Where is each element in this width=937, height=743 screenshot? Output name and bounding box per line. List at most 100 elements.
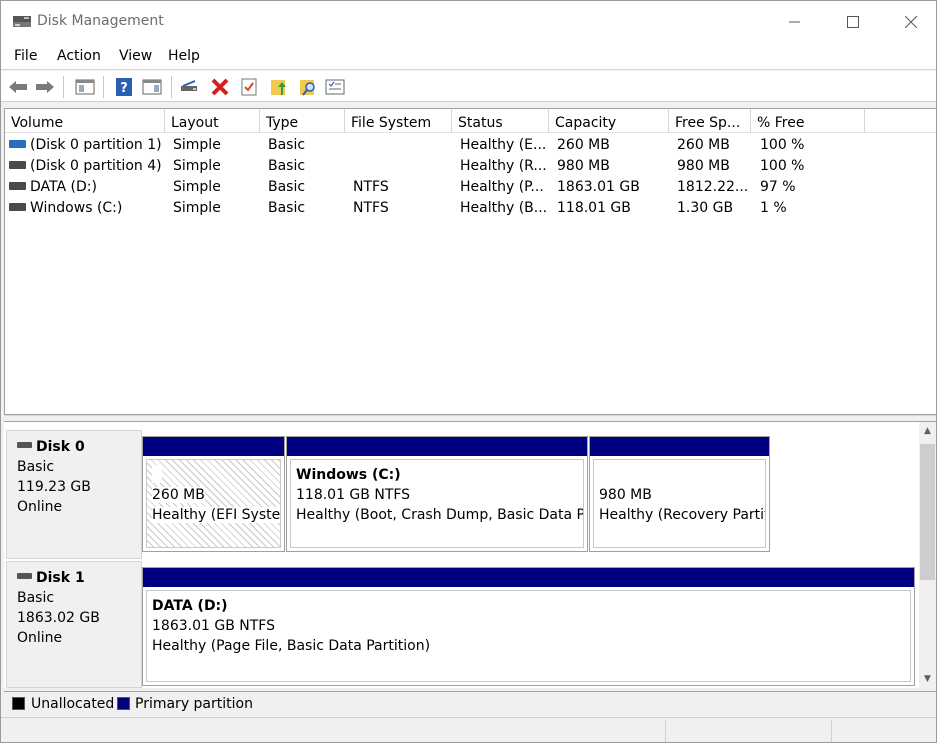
disk-size: 1863.02 GB: [17, 610, 100, 626]
column-header-status[interactable]: Status: [452, 109, 549, 133]
disk-name: Disk 0: [36, 439, 85, 455]
properties-icon: [325, 79, 345, 95]
back-button[interactable]: [7, 76, 29, 98]
partition-status: Healthy (Boot, Crash Dump, Basic Data Pa…: [296, 507, 584, 523]
partition-body: DATA (D:) 1863.01 GB NTFS Healthy (Page …: [146, 590, 911, 682]
volume-capacity: 118.01 GB: [557, 200, 631, 216]
volume-name: (Disk 0 partition 4): [30, 158, 162, 174]
scrollbar-thumb[interactable]: [920, 444, 935, 580]
volume-free-space: 260 MB: [677, 137, 730, 153]
status-bar-separator: [665, 720, 666, 742]
menu-file[interactable]: File: [14, 48, 37, 64]
disk-management-window: Disk Management File Action View Help ?: [0, 0, 937, 743]
partition-efi[interactable]: 260 MB Healthy (EFI Syster: [142, 436, 285, 552]
volume-row[interactable]: (Disk 0 partition 4) Simple Basic Health…: [5, 156, 936, 177]
forward-button[interactable]: [34, 76, 56, 98]
partition-header-bar: [590, 437, 769, 456]
column-header-file-system[interactable]: File System: [345, 109, 452, 133]
volume-type: Basic: [268, 179, 306, 195]
maximize-button[interactable]: [824, 1, 882, 43]
column-header-type[interactable]: Type: [260, 109, 345, 133]
disk-icon: [17, 442, 32, 448]
connect-drive-button[interactable]: [179, 76, 201, 98]
close-button[interactable]: [882, 1, 936, 43]
console-tree-icon: [75, 79, 95, 95]
volume-free-space: 1812.22...: [677, 179, 749, 195]
volume-row[interactable]: DATA (D:) Simple Basic NTFS Healthy (P..…: [5, 177, 936, 198]
volume-status: Healthy (P...: [460, 179, 544, 195]
menu-help[interactable]: Help: [168, 48, 200, 64]
window-title: Disk Management: [37, 13, 164, 29]
volume-layout: Simple: [173, 200, 221, 216]
partition-title: DATA (D:): [152, 598, 228, 614]
disk-map-pane: Disk 0 Basic 119.23 GB Online 260 MB Hea…: [4, 422, 919, 688]
toolbar-separator: [103, 76, 104, 98]
volume-capacity: 260 MB: [557, 137, 610, 153]
volume-icon: [9, 161, 26, 169]
volume-free-space: 980 MB: [677, 158, 730, 174]
volume-status: Healthy (E...: [460, 137, 547, 153]
column-header-free-space[interactable]: Free Sp...: [669, 109, 751, 133]
folder-up-icon: [271, 80, 286, 95]
show-action-pane-button[interactable]: [141, 76, 163, 98]
show-console-tree-button[interactable]: [74, 76, 96, 98]
volume-icon: [9, 203, 26, 211]
disk-0-label[interactable]: Disk 0 Basic 119.23 GB Online: [6, 430, 142, 559]
forward-arrow-icon: [36, 81, 54, 93]
column-header-percent-free[interactable]: % Free: [751, 109, 865, 133]
disk-state: Online: [17, 499, 63, 515]
properties-button[interactable]: [324, 76, 346, 98]
volume-name: DATA (D:): [30, 179, 97, 195]
column-header-capacity[interactable]: Capacity: [549, 109, 669, 133]
folder-search-button[interactable]: [297, 76, 319, 98]
minimize-button[interactable]: [766, 1, 824, 43]
check-icon: [241, 78, 257, 96]
partition-title: [599, 465, 765, 485]
title-bar: Disk Management: [1, 1, 936, 43]
partition-body: Windows (C:) 118.01 GB NTFS Healthy (Boo…: [290, 459, 584, 548]
volume-percent-free: 97 %: [760, 179, 796, 195]
partition-size: 260 MB: [152, 487, 205, 503]
folder-search-icon: [300, 80, 315, 96]
primary-partition-swatch: [117, 697, 130, 710]
volume-status: Healthy (B...: [460, 200, 548, 216]
legend-primary-partition: Primary partition: [135, 696, 253, 712]
partition-data-d[interactable]: DATA (D:) 1863.01 GB NTFS Healthy (Page …: [142, 567, 915, 686]
help-button[interactable]: ?: [113, 76, 135, 98]
disk-name: Disk 1: [36, 570, 85, 586]
disk-state: Online: [17, 630, 63, 646]
partition-header-bar: [287, 437, 587, 456]
scroll-up-arrow-icon[interactable]: ▲: [919, 422, 936, 440]
volume-row[interactable]: Windows (C:) Simple Basic NTFS Healthy (…: [5, 198, 936, 219]
volume-row[interactable]: (Disk 0 partition 1) Simple Basic Health…: [5, 135, 936, 156]
maximize-icon: [847, 16, 859, 28]
partition-body: 980 MB Healthy (Recovery Partit: [593, 459, 766, 548]
menu-view[interactable]: View: [119, 48, 152, 64]
toolbar-separator: [63, 76, 64, 98]
volume-list: Volume Layout Type File System Status Ca…: [4, 108, 936, 415]
column-header-volume[interactable]: Volume: [5, 109, 165, 133]
pane-splitter[interactable]: [4, 415, 936, 422]
volume-free-space: 1.30 GB: [677, 200, 734, 216]
check-button[interactable]: [238, 76, 260, 98]
volume-status: Healthy (R...: [460, 158, 547, 174]
folder-up-button[interactable]: [268, 76, 290, 98]
disk-1-label[interactable]: Disk 1 Basic 1863.02 GB Online: [6, 561, 142, 688]
volume-percent-free: 100 %: [760, 137, 805, 153]
partition-recovery[interactable]: 980 MB Healthy (Recovery Partit: [589, 436, 770, 552]
column-header-layout[interactable]: Layout: [165, 109, 260, 133]
menu-action[interactable]: Action: [57, 48, 101, 64]
volume-layout: Simple: [173, 179, 221, 195]
partition-status: Healthy (EFI Syster: [152, 507, 280, 523]
volume-icon: [9, 140, 26, 148]
partition-windows-c[interactable]: Windows (C:) 118.01 GB NTFS Healthy (Boo…: [286, 436, 588, 552]
partition-status: Healthy (Page File, Basic Data Partition…: [152, 638, 431, 654]
volume-type: Basic: [268, 200, 306, 216]
legend-unallocated: Unallocated: [31, 696, 115, 712]
minimize-icon: [789, 21, 800, 23]
partition-title: Windows (C:): [296, 467, 401, 483]
delete-button[interactable]: [209, 76, 231, 98]
disk-map-scrollbar[interactable]: ▲ ▼: [919, 422, 936, 688]
partition-size: 1863.01 GB NTFS: [152, 618, 275, 634]
scroll-down-arrow-icon[interactable]: ▼: [919, 670, 936, 688]
